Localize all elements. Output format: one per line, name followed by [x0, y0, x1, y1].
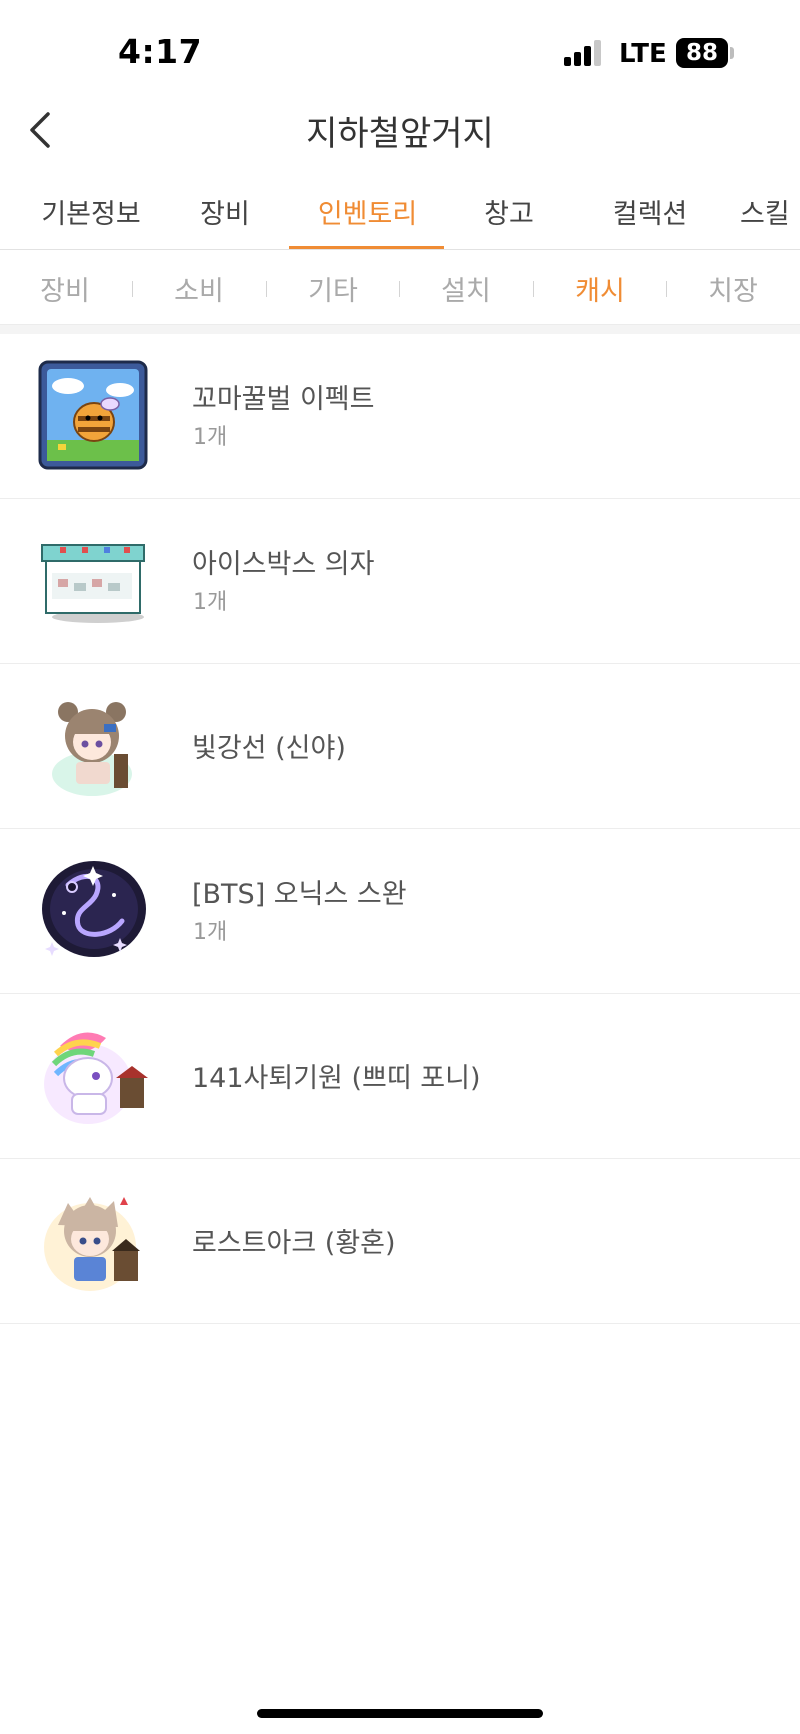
battery-cap: [730, 47, 734, 59]
subtab-consume[interactable]: 소비: [154, 269, 244, 308]
petit-pony-icon: [38, 1020, 150, 1132]
list-item[interactable]: 꼬마꿀벌 이펙트 1개: [0, 334, 800, 499]
subtab-etc[interactable]: 기타: [288, 269, 378, 308]
subtab-cosmetic[interactable]: 치장: [688, 269, 778, 308]
network-label: LTE: [619, 39, 667, 69]
list-item[interactable]: 빛강선 (신야): [0, 664, 800, 829]
subtab-divider: [266, 281, 267, 297]
item-name: 아이스박스 의자: [192, 549, 375, 580]
sub-tabs: 장비 소비 기타 설치 캐시 치장: [0, 251, 800, 325]
battery-level: 88: [685, 40, 718, 66]
item-name: [BTS] 오닉스 스완: [192, 879, 407, 910]
tab-storage[interactable]: 창고: [474, 192, 544, 231]
subtab-divider: [666, 281, 667, 297]
character-shinya-icon: [38, 690, 150, 802]
subtab-install[interactable]: 설치: [421, 269, 511, 308]
icebox-chair-icon: [38, 525, 150, 637]
list-item[interactable]: 로스트아크 (황혼): [0, 1159, 800, 1324]
status-time: 4:17: [118, 32, 203, 71]
item-name: 꼬마꿀벌 이펙트: [192, 384, 375, 415]
page-title: 지하철앞거지: [306, 114, 494, 154]
header: 지하철앞거지: [0, 100, 800, 160]
signal-icon: [564, 40, 604, 66]
tab-skill[interactable]: 스킬: [740, 192, 800, 231]
status-bar: 4:17 LTE 88: [0, 0, 800, 100]
main-tabs: 기본정보 장비 인벤토리 창고 컬렉션 스킬: [0, 180, 800, 250]
onyx-swan-icon: [38, 855, 150, 967]
item-count: 1개: [193, 425, 228, 450]
subtab-divider: [399, 281, 400, 297]
battery-icon: 88: [676, 38, 728, 68]
list-item[interactable]: [BTS] 오닉스 스완 1개: [0, 829, 800, 994]
bee-effect-icon: [38, 360, 150, 472]
tab-equipment[interactable]: 장비: [190, 192, 260, 231]
character-twilight-icon: [38, 1185, 150, 1297]
subtab-cash[interactable]: 캐시: [555, 269, 645, 308]
item-count: 1개: [193, 590, 228, 615]
tab-basic-info[interactable]: 기본정보: [32, 192, 150, 231]
tab-inventory[interactable]: 인벤토리: [305, 192, 430, 231]
item-list: 꼬마꿀벌 이펙트 1개 아이스박스 의자 1개 빛강선 (신야) [BTS] 오…: [0, 334, 800, 1324]
home-indicator[interactable]: [257, 1709, 543, 1718]
item-name: 빛강선 (신야): [192, 733, 346, 764]
item-count: 1개: [193, 920, 228, 945]
item-name: 141사퇴기원 (쁘띠 포니): [192, 1063, 481, 1094]
active-tab-indicator: [289, 246, 444, 249]
section-gap: [0, 325, 800, 334]
list-item[interactable]: 141사퇴기원 (쁘띠 포니): [0, 994, 800, 1159]
item-name: 로스트아크 (황혼): [192, 1228, 396, 1259]
subtab-equipment[interactable]: 장비: [20, 269, 110, 308]
list-item[interactable]: 아이스박스 의자 1개: [0, 499, 800, 664]
subtab-divider: [132, 281, 133, 297]
tab-collection[interactable]: 컬렉션: [595, 192, 705, 231]
subtab-divider: [533, 281, 534, 297]
